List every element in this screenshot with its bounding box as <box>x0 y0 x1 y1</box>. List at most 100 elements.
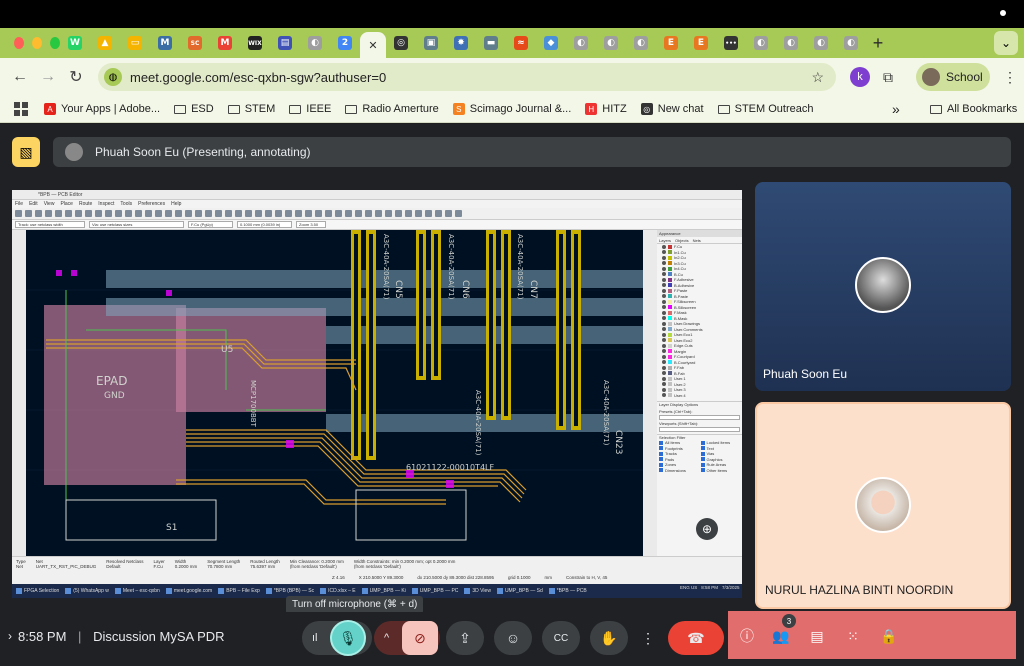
close-window-icon[interactable] <box>14 37 24 49</box>
layer-swatch[interactable] <box>668 376 672 381</box>
appearance-tab[interactable]: Layers <box>659 238 671 243</box>
bookmark-item[interactable]: STEM Outreach <box>717 103 813 115</box>
layer-swatch[interactable] <box>668 387 672 392</box>
visibility-icon[interactable] <box>662 393 666 398</box>
tab-generic[interactable]: ◐ <box>806 32 836 54</box>
visibility-icon[interactable] <box>662 272 666 277</box>
tab-meet[interactable]: ▬ <box>476 32 506 54</box>
appearance-tab[interactable]: Objects <box>675 238 689 243</box>
k-extension-icon[interactable]: k <box>850 67 870 87</box>
activities-icon[interactable]: ⁙ <box>842 626 864 646</box>
layer-swatch[interactable] <box>668 272 672 277</box>
visibility-icon[interactable] <box>662 266 666 271</box>
more-options-button[interactable]: ⋮ <box>636 621 660 655</box>
tab-etsy[interactable]: E <box>656 32 686 54</box>
layer-swatch[interactable] <box>668 393 672 398</box>
bookmark-item[interactable]: ◎ New chat <box>640 103 704 115</box>
present-screen-button[interactable]: ⇪ <box>446 621 484 655</box>
visibility-icon[interactable] <box>662 349 666 354</box>
checkbox-icon[interactable] <box>700 457 705 462</box>
viewports-select[interactable] <box>659 427 740 432</box>
layer-swatch[interactable] <box>668 382 672 387</box>
appearance-tab[interactable]: Nets <box>693 238 701 243</box>
grid-select[interactable]: 0.1000 mm (0.0039 in) <box>237 221 292 228</box>
reload-icon[interactable]: ↻ <box>62 67 90 87</box>
bookmark-item[interactable]: ESD <box>174 103 214 115</box>
tab-etsy[interactable]: E <box>686 32 716 54</box>
tab-drive[interactable]: ▲ <box>90 32 120 54</box>
expand-icon[interactable]: › <box>8 629 12 643</box>
camera-off-button[interactable]: ⊘ <box>402 621 438 655</box>
kicad-menu-item[interactable]: Preferences <box>138 200 165 208</box>
layer-swatch[interactable] <box>668 321 672 326</box>
layer-swatch[interactable] <box>668 294 672 299</box>
layer-swatch[interactable] <box>668 244 672 249</box>
layer-swatch[interactable] <box>668 310 672 315</box>
bookmark-item[interactable]: H HITZ <box>585 103 627 115</box>
visibility-icon[interactable] <box>662 288 666 293</box>
bookmark-item[interactable]: A Your Apps | Adobe... <box>44 103 160 115</box>
visibility-icon[interactable] <box>662 360 666 365</box>
people-icon[interactable]: 👥 <box>770 626 792 646</box>
tab-dots[interactable]: ••• <box>716 32 746 54</box>
visibility-icon[interactable] <box>662 310 666 315</box>
tab-fish[interactable]: ≈ <box>506 32 536 54</box>
layer-swatch[interactable] <box>668 250 672 255</box>
kicad-menu-item[interactable]: Tools <box>120 200 132 208</box>
visibility-icon[interactable] <box>662 283 666 288</box>
layer-display-options[interactable]: Layer Display Options <box>657 401 742 407</box>
new-tab-button[interactable]: + <box>866 33 890 54</box>
visibility-icon[interactable] <box>662 305 666 310</box>
checkbox-icon[interactable] <box>659 462 663 467</box>
tab-generic[interactable]: ◐ <box>776 32 806 54</box>
layer-swatch[interactable] <box>668 371 672 376</box>
bookmark-item[interactable]: STEM <box>227 103 275 115</box>
leave-call-button[interactable]: ☎ <box>668 621 724 655</box>
visibility-icon[interactable] <box>662 261 666 266</box>
kicad-menu-item[interactable]: Route <box>79 200 92 208</box>
checkbox-icon[interactable] <box>659 468 663 473</box>
visibility-icon[interactable] <box>662 321 666 326</box>
visibility-icon[interactable] <box>662 382 666 387</box>
checkbox-icon[interactable] <box>700 440 705 445</box>
site-info-icon[interactable]: ◍ <box>104 68 122 86</box>
layer-row[interactable]: User.4 <box>657 393 742 399</box>
participant-tile-2[interactable]: NURUL HAZLINA BINTI NOORDIN <box>755 402 1011 609</box>
visibility-icon[interactable] <box>662 316 666 321</box>
layer-swatch[interactable] <box>668 305 672 310</box>
tab-generic[interactable]: ◐ <box>300 32 330 54</box>
tab-mendeley[interactable]: M <box>150 32 180 54</box>
tab-pdf[interactable]: ▣ <box>416 32 446 54</box>
bookmarks-overflow[interactable]: » <box>892 101 900 117</box>
visibility-icon[interactable] <box>662 299 666 304</box>
checkbox-icon[interactable] <box>659 457 663 462</box>
layer-swatch[interactable] <box>668 360 672 365</box>
taskbar-item[interactable]: FPGA Selection <box>16 588 59 594</box>
participant-tile-1[interactable]: Phuah Soon Eu <box>755 182 1011 391</box>
shared-screen[interactable]: *BPB — PCB Editor File Edit View Place Route… <box>12 190 742 584</box>
tab-search-icon[interactable]: ⌄ <box>994 31 1018 55</box>
taskbar-item[interactable]: UMP_BPB — Sd <box>496 588 543 594</box>
visibility-icon[interactable] <box>662 371 666 376</box>
tab-wix[interactable]: WIX <box>240 32 270 54</box>
meeting-details-icon[interactable]: ⓘ <box>736 626 758 646</box>
tab-whatsapp[interactable]: W <box>60 32 90 54</box>
tab-chatgpt[interactable]: ◎ <box>386 32 416 54</box>
bookmark-star-icon[interactable]: ☆ <box>811 69 824 86</box>
taskbar-item[interactable]: *BPB (BPB) — Sc <box>265 588 314 594</box>
visibility-icon[interactable] <box>662 365 666 370</box>
taskbar-item[interactable]: *BPB — PCB <box>548 588 587 594</box>
tab-active[interactable]: ✕ <box>360 32 386 58</box>
visibility-icon[interactable] <box>662 343 666 348</box>
browser-menu-icon[interactable]: ⋮ <box>1000 67 1020 87</box>
checkbox-icon[interactable] <box>659 451 663 456</box>
reactions-button[interactable]: ☺ <box>494 621 532 655</box>
checkbox-icon[interactable] <box>659 446 663 451</box>
layer-swatch[interactable] <box>668 332 672 337</box>
visibility-icon[interactable] <box>662 294 666 299</box>
checkbox-icon[interactable] <box>700 446 705 451</box>
visibility-icon[interactable] <box>662 277 666 282</box>
kicad-menu-item[interactable]: View <box>44 200 55 208</box>
presets-select[interactable] <box>659 415 740 420</box>
all-bookmarks[interactable]: All Bookmarks <box>930 103 1017 115</box>
